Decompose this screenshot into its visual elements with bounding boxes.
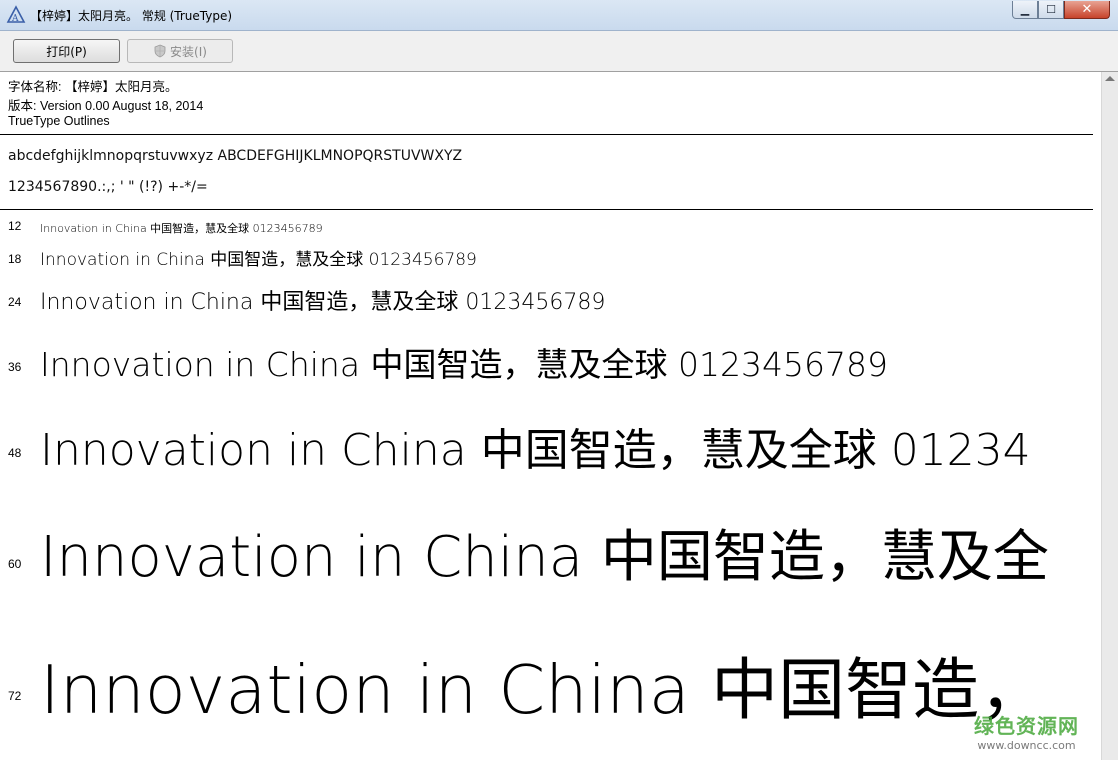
size-label: 24 bbox=[8, 295, 22, 309]
divider bbox=[0, 134, 1093, 135]
sample-text: Innovation in China 中国智造， bbox=[40, 651, 1047, 729]
sample-text: Innovation in China 中国智造，慧及全球 0123456789 bbox=[40, 345, 888, 384]
title-bar: A 【梓婷】太阳月亮。 常规 (TrueType) ▁ ☐ ✕ bbox=[0, 0, 1118, 31]
charset-digits-symbols: 1234567890.:,; ' " (!?) +-*/= bbox=[8, 179, 208, 195]
window-title: 【梓婷】太阳月亮。 常规 (TrueType) bbox=[30, 9, 233, 23]
size-row-72: 72 Innovation in China 中国智造， bbox=[0, 622, 1093, 760]
font-outline-type: TrueType Outlines bbox=[8, 114, 110, 128]
font-version-line: 版本: Version 0.00 August 18, 2014 bbox=[8, 99, 204, 113]
toolbar: 打印(P) 安装(I) bbox=[0, 31, 1118, 72]
svg-text:A: A bbox=[11, 14, 19, 24]
size-row-12: 12 Innovation in China 中国智造，慧及全球 0123456… bbox=[0, 214, 1093, 238]
size-label: 36 bbox=[8, 360, 22, 374]
size-label: 18 bbox=[8, 252, 22, 266]
sample-text: Innovation in China 中国智造，慧及全球 0123456789 bbox=[40, 222, 323, 235]
install-button-label: 安装(I) bbox=[170, 44, 207, 59]
print-button-label: 打印(P) bbox=[46, 44, 87, 59]
print-button[interactable]: 打印(P) bbox=[13, 39, 120, 63]
charset-letters: abcdefghijklmnopqrstuvwxyz ABCDEFGHIJKLM… bbox=[8, 148, 463, 164]
size-label: 12 bbox=[8, 219, 22, 233]
size-row-18: 18 Innovation in China 中国智造，慧及全球 0123456… bbox=[0, 240, 1093, 274]
sample-text: Innovation in China 中国智造，慧及全球 01234 bbox=[40, 425, 1031, 476]
size-row-60: 60 Innovation in China 中国智造，慧及全 bbox=[0, 500, 1093, 610]
caption-buttons: ▁ ☐ ✕ bbox=[1012, 1, 1110, 21]
size-row-48: 48 Innovation in China 中国智造，慧及全球 01234 bbox=[0, 404, 1093, 490]
watermark-site-name: 绿色资源网 bbox=[974, 714, 1079, 738]
font-viewer-app-icon: A bbox=[6, 5, 26, 24]
sample-text: Innovation in China 中国智造，慧及全球 0123456789 bbox=[40, 250, 477, 270]
sample-text: Innovation in China 中国智造，慧及全 bbox=[40, 525, 1049, 590]
font-preview-pane: 字体名称: 【梓婷】太阳月亮。 版本: Version 0.00 August … bbox=[0, 72, 1101, 760]
divider bbox=[0, 209, 1093, 210]
vertical-scrollbar[interactable] bbox=[1101, 72, 1118, 760]
minimize-button[interactable]: ▁ bbox=[1012, 1, 1038, 19]
scroll-up-arrow-icon[interactable] bbox=[1105, 76, 1115, 81]
close-button[interactable]: ✕ bbox=[1064, 1, 1110, 19]
size-label: 48 bbox=[8, 446, 22, 460]
font-name-line: 字体名称: 【梓婷】太阳月亮。 bbox=[8, 80, 178, 94]
size-row-36: 36 Innovation in China 中国智造，慧及全球 0123456… bbox=[0, 330, 1093, 392]
uac-shield-icon bbox=[154, 44, 166, 58]
watermark-url: www.downcc.com bbox=[977, 739, 1076, 752]
size-row-24: 24 Innovation in China 中国智造，慧及全球 0123456… bbox=[0, 278, 1093, 322]
size-label: 72 bbox=[8, 689, 22, 703]
install-button[interactable]: 安装(I) bbox=[127, 39, 233, 63]
maximize-button[interactable]: ☐ bbox=[1038, 1, 1064, 19]
size-label: 60 bbox=[8, 557, 22, 571]
watermark: 绿色资源网 www.downcc.com bbox=[974, 710, 1079, 752]
sample-text: Innovation in China 中国智造，慧及全球 0123456789 bbox=[40, 290, 606, 315]
